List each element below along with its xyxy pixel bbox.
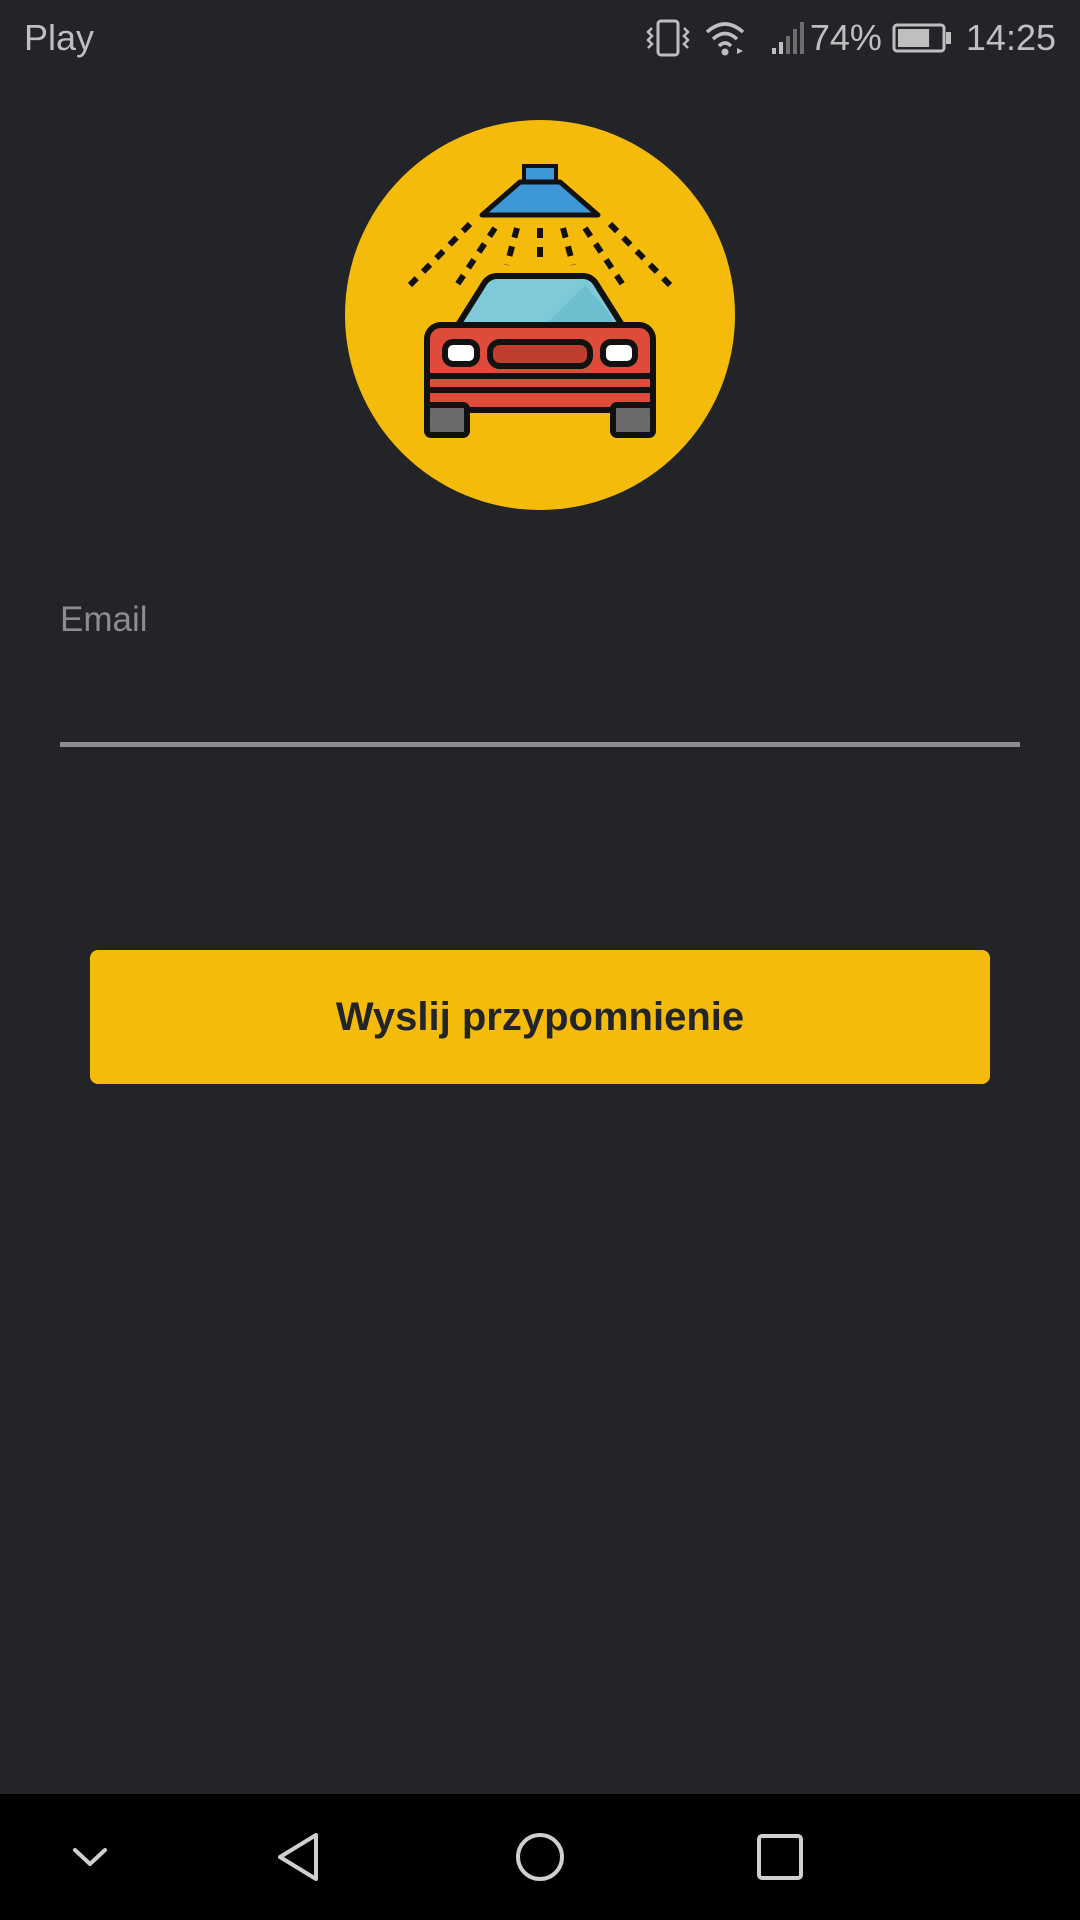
back-icon[interactable] xyxy=(260,1817,340,1897)
carrier-name: Play xyxy=(24,17,95,58)
recents-icon[interactable] xyxy=(740,1817,820,1897)
vibrate-icon xyxy=(646,18,690,58)
battery-icon xyxy=(892,23,952,53)
battery-percent: 74% xyxy=(809,17,882,58)
email-field[interactable] xyxy=(60,650,1020,730)
home-icon[interactable] xyxy=(500,1817,580,1897)
send-reminder-button[interactable]: Wyslij przypomnienie xyxy=(90,950,990,1084)
signal-icon xyxy=(770,20,806,56)
forgot-password-screen: Play 74% 14:25 Email Wyslij przypomnieni… xyxy=(0,0,1080,1920)
navigation-bar xyxy=(0,1794,1080,1920)
car-wash-icon xyxy=(345,120,735,510)
status-bar: Play 74% 14:25 xyxy=(0,0,1080,76)
email-underline xyxy=(60,742,1020,747)
chevron-down-icon[interactable] xyxy=(50,1817,130,1897)
send-reminder-label: Wyslij przypomnienie xyxy=(335,994,745,1039)
wifi-icon xyxy=(704,20,746,56)
clock: 14:25 xyxy=(965,17,1056,58)
status-icons: 74% 14:25 xyxy=(632,14,1056,62)
email-label: Email xyxy=(60,600,148,639)
